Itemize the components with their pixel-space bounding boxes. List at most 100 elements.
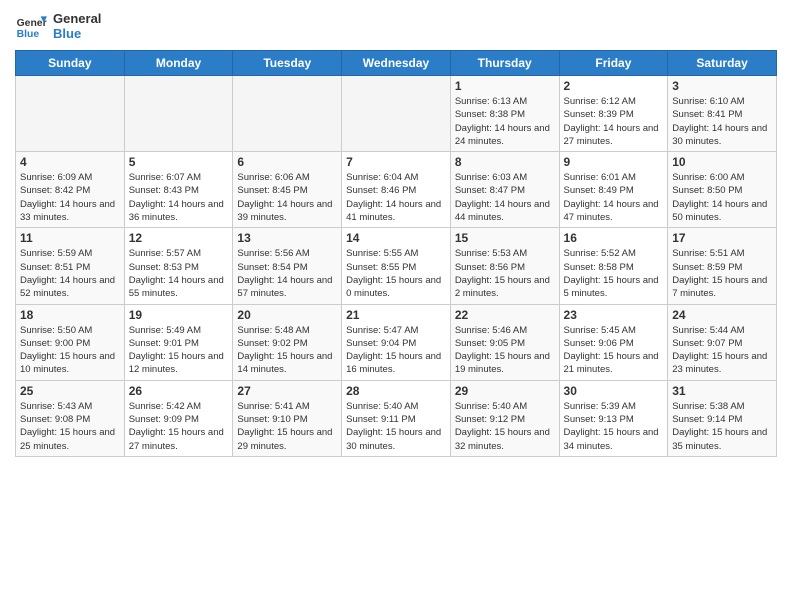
- day-info: Sunrise: 5:48 AMSunset: 9:02 PMDaylight:…: [237, 324, 337, 377]
- day-info: Sunrise: 5:50 AMSunset: 9:00 PMDaylight:…: [20, 324, 120, 377]
- day-number: 15: [455, 231, 555, 245]
- day-cell: 24 Sunrise: 5:44 AMSunset: 9:07 PMDayligh…: [668, 304, 777, 380]
- day-number: 30: [564, 384, 664, 398]
- day-info: Sunrise: 6:03 AMSunset: 8:47 PMDaylight:…: [455, 171, 555, 224]
- day-info: Sunrise: 6:06 AMSunset: 8:45 PMDaylight:…: [237, 171, 337, 224]
- day-info: Sunrise: 5:43 AMSunset: 9:08 PMDaylight:…: [20, 400, 120, 453]
- day-number: 1: [455, 79, 555, 93]
- day-number: 31: [672, 384, 772, 398]
- day-info: Sunrise: 5:45 AMSunset: 9:06 PMDaylight:…: [564, 324, 664, 377]
- day-info: Sunrise: 5:51 AMSunset: 8:59 PMDaylight:…: [672, 247, 772, 300]
- day-cell: 15Sunrise: 5:53 AMSunset: 8:56 PMDayligh…: [450, 228, 559, 304]
- day-cell: 19Sunrise: 5:49 AMSunset: 9:01 PMDayligh…: [124, 304, 233, 380]
- day-number: 9: [564, 155, 664, 169]
- logo-icon: General Blue: [15, 10, 47, 42]
- week-row-4: 18 Sunrise: 5:50 AMSunset: 9:00 PMDayligh…: [16, 304, 777, 380]
- day-info: Sunrise: 5:38 AMSunset: 9:14 PMDaylight:…: [672, 400, 772, 453]
- day-cell: 30 Sunrise: 5:39 AMSunset: 9:13 PMDayligh…: [559, 380, 668, 456]
- day-cell: 4 Sunrise: 6:09 AMSunset: 8:42 PMDaylight…: [16, 152, 125, 228]
- day-number: 29: [455, 384, 555, 398]
- day-number: 26: [129, 384, 229, 398]
- day-info: Sunrise: 6:13 AMSunset: 8:38 PMDaylight:…: [455, 95, 555, 148]
- day-cell: 6 Sunrise: 6:06 AMSunset: 8:45 PMDaylight…: [233, 152, 342, 228]
- day-number: 18: [20, 308, 120, 322]
- col-header-thursday: Thursday: [450, 51, 559, 76]
- col-header-monday: Monday: [124, 51, 233, 76]
- day-cell: 25Sunrise: 5:43 AMSunset: 9:08 PMDayligh…: [16, 380, 125, 456]
- days-header-row: SundayMondayTuesdayWednesdayThursdayFrid…: [16, 51, 777, 76]
- day-number: 13: [237, 231, 337, 245]
- day-cell: 1 Sunrise: 6:13 AMSunset: 8:38 PMDaylight…: [450, 76, 559, 152]
- day-info: Sunrise: 5:59 AMSunset: 8:51 PMDaylight:…: [20, 247, 120, 300]
- day-number: 23: [564, 308, 664, 322]
- day-cell: 29 Sunrise: 5:40 AMSunset: 9:12 PMDayligh…: [450, 380, 559, 456]
- day-number: 6: [237, 155, 337, 169]
- day-info: Sunrise: 6:00 AMSunset: 8:50 PMDaylight:…: [672, 171, 772, 224]
- day-cell: 3 Sunrise: 6:10 AMSunset: 8:41 PMDaylight…: [668, 76, 777, 152]
- day-info: Sunrise: 6:10 AMSunset: 8:41 PMDaylight:…: [672, 95, 772, 148]
- day-cell: [16, 76, 125, 152]
- day-number: 10: [672, 155, 772, 169]
- day-cell: 9 Sunrise: 6:01 AMSunset: 8:49 PMDaylight…: [559, 152, 668, 228]
- logo: General Blue General Blue: [15, 10, 101, 42]
- day-info: Sunrise: 5:46 AMSunset: 9:05 PMDaylight:…: [455, 324, 555, 377]
- day-info: Sunrise: 6:07 AMSunset: 8:43 PMDaylight:…: [129, 171, 229, 224]
- day-cell: 31 Sunrise: 5:38 AMSunset: 9:14 PMDayligh…: [668, 380, 777, 456]
- day-cell: [342, 76, 451, 152]
- day-number: 4: [20, 155, 120, 169]
- day-cell: 26Sunrise: 5:42 AMSunset: 9:09 PMDayligh…: [124, 380, 233, 456]
- day-cell: 11 Sunrise: 5:59 AMSunset: 8:51 PMDayligh…: [16, 228, 125, 304]
- day-info: Sunrise: 6:01 AMSunset: 8:49 PMDaylight:…: [564, 171, 664, 224]
- col-header-sunday: Sunday: [16, 51, 125, 76]
- day-info: Sunrise: 5:41 AMSunset: 9:10 PMDaylight:…: [237, 400, 337, 453]
- day-info: Sunrise: 5:40 AMSunset: 9:12 PMDaylight:…: [455, 400, 555, 453]
- day-number: 12: [129, 231, 229, 245]
- day-info: Sunrise: 5:44 AMSunset: 9:07 PMDaylight:…: [672, 324, 772, 377]
- day-number: 7: [346, 155, 446, 169]
- day-cell: 27 Sunrise: 5:41 AMSunset: 9:10 PMDayligh…: [233, 380, 342, 456]
- day-cell: 22Sunrise: 5:46 AMSunset: 9:05 PMDayligh…: [450, 304, 559, 380]
- day-number: 3: [672, 79, 772, 93]
- day-number: 11: [20, 231, 120, 245]
- day-cell: 5 Sunrise: 6:07 AMSunset: 8:43 PMDaylight…: [124, 152, 233, 228]
- day-info: Sunrise: 5:55 AMSunset: 8:55 PMDaylight:…: [346, 247, 446, 300]
- day-cell: 21 Sunrise: 5:47 AMSunset: 9:04 PMDayligh…: [342, 304, 451, 380]
- day-number: 24: [672, 308, 772, 322]
- week-row-5: 25Sunrise: 5:43 AMSunset: 9:08 PMDayligh…: [16, 380, 777, 456]
- day-cell: [233, 76, 342, 152]
- week-row-2: 4 Sunrise: 6:09 AMSunset: 8:42 PMDaylight…: [16, 152, 777, 228]
- day-info: Sunrise: 6:04 AMSunset: 8:46 PMDaylight:…: [346, 171, 446, 224]
- day-number: 8: [455, 155, 555, 169]
- day-info: Sunrise: 5:39 AMSunset: 9:13 PMDaylight:…: [564, 400, 664, 453]
- day-cell: 14 Sunrise: 5:55 AMSunset: 8:55 PMDayligh…: [342, 228, 451, 304]
- day-cell: 13Sunrise: 5:56 AMSunset: 8:54 PMDayligh…: [233, 228, 342, 304]
- calendar-table: SundayMondayTuesdayWednesdayThursdayFrid…: [15, 50, 777, 457]
- col-header-tuesday: Tuesday: [233, 51, 342, 76]
- day-cell: 10 Sunrise: 6:00 AMSunset: 8:50 PMDayligh…: [668, 152, 777, 228]
- day-number: 21: [346, 308, 446, 322]
- day-cell: 8 Sunrise: 6:03 AMSunset: 8:47 PMDaylight…: [450, 152, 559, 228]
- day-number: 19: [129, 308, 229, 322]
- page: General Blue General Blue SundayMondayTu…: [0, 0, 792, 467]
- header: General Blue General Blue: [15, 10, 777, 42]
- day-number: 17: [672, 231, 772, 245]
- day-number: 5: [129, 155, 229, 169]
- day-cell: 28 Sunrise: 5:40 AMSunset: 9:11 PMDayligh…: [342, 380, 451, 456]
- day-cell: 20Sunrise: 5:48 AMSunset: 9:02 PMDayligh…: [233, 304, 342, 380]
- logo-general: General: [53, 11, 101, 26]
- day-cell: [124, 76, 233, 152]
- logo-blue: Blue: [53, 26, 101, 41]
- day-number: 28: [346, 384, 446, 398]
- col-header-wednesday: Wednesday: [342, 51, 451, 76]
- day-info: Sunrise: 5:47 AMSunset: 9:04 PMDaylight:…: [346, 324, 446, 377]
- day-info: Sunrise: 5:40 AMSunset: 9:11 PMDaylight:…: [346, 400, 446, 453]
- day-info: Sunrise: 6:09 AMSunset: 8:42 PMDaylight:…: [20, 171, 120, 224]
- day-cell: 12 Sunrise: 5:57 AMSunset: 8:53 PMDayligh…: [124, 228, 233, 304]
- col-header-friday: Friday: [559, 51, 668, 76]
- day-cell: 16Sunrise: 5:52 AMSunset: 8:58 PMDayligh…: [559, 228, 668, 304]
- day-number: 14: [346, 231, 446, 245]
- day-info: Sunrise: 5:57 AMSunset: 8:53 PMDaylight:…: [129, 247, 229, 300]
- day-cell: 2Sunrise: 6:12 AMSunset: 8:39 PMDaylight…: [559, 76, 668, 152]
- day-cell: 18 Sunrise: 5:50 AMSunset: 9:00 PMDayligh…: [16, 304, 125, 380]
- day-number: 27: [237, 384, 337, 398]
